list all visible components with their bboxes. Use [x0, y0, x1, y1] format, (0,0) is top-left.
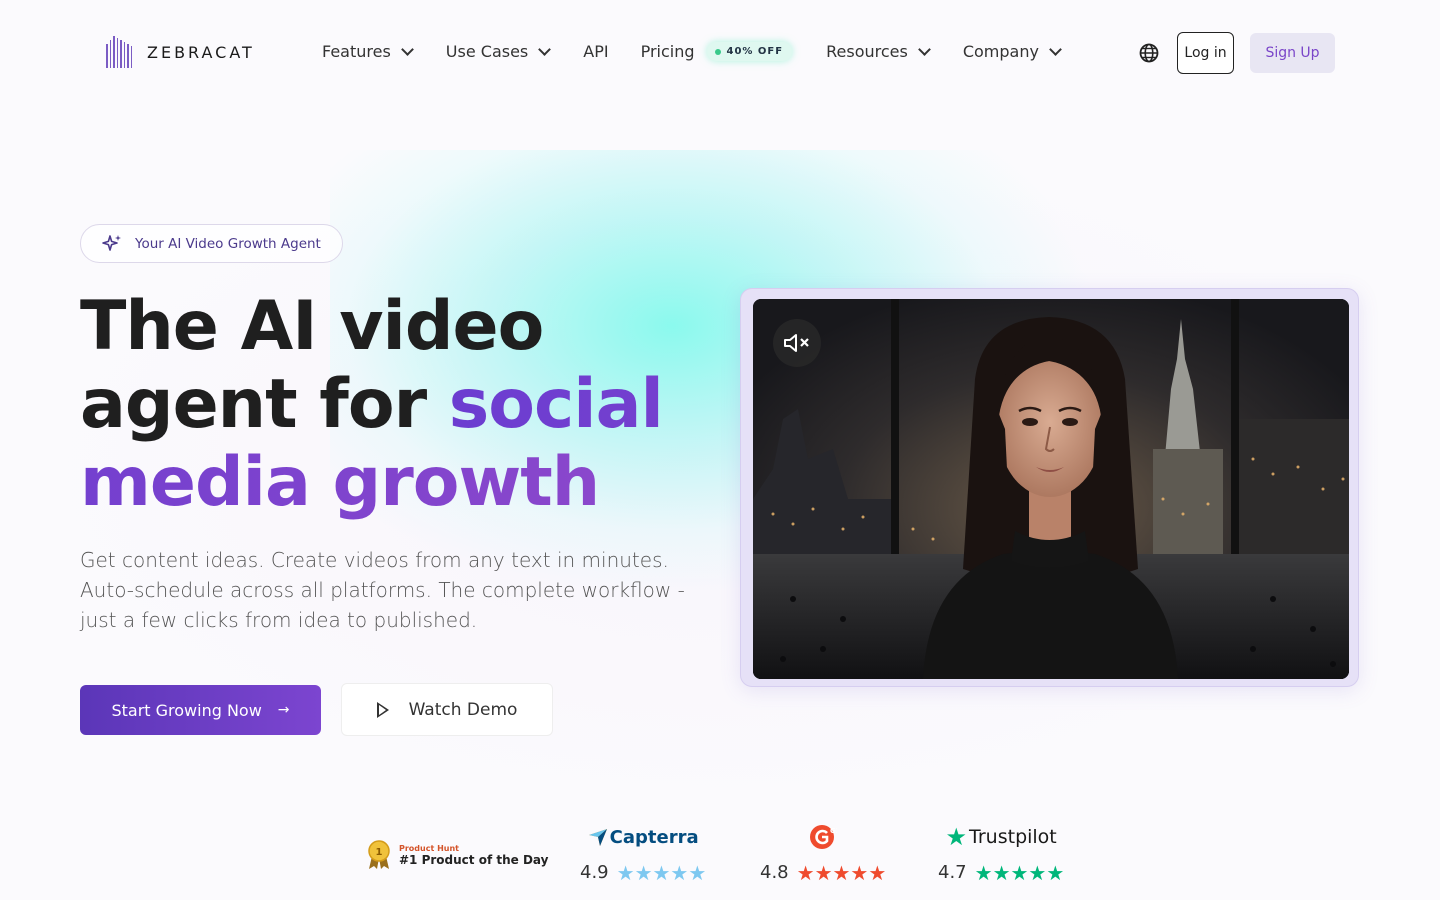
arrow-right-icon: →: [277, 702, 290, 718]
rating-g2[interactable]: G2 4.8 ★★★★★: [760, 824, 886, 883]
g2-logo: G2: [809, 824, 837, 850]
nav-item-label: Use Cases: [445, 42, 529, 61]
medal-number: 1: [376, 847, 383, 858]
rating-trustpilot[interactable]: ★ Trustpilot 4.7 ★★★★★: [938, 823, 1065, 885]
tagline-pill: Your AI Video Growth Agent: [80, 224, 343, 263]
brand-name: ZEBRACAT: [147, 42, 255, 62]
medal-icon: 1: [368, 840, 390, 869]
hero-headline: The AI video agent for social media grow…: [80, 288, 720, 522]
start-growing-label: Start Growing Now: [111, 700, 262, 720]
nav-item-company[interactable]: Company: [962, 42, 1062, 61]
nav-item-label: Pricing: [640, 42, 695, 61]
play-icon: [376, 701, 389, 718]
capterra-logo: Capterra: [588, 824, 699, 850]
product-hunt-title: #1 Product of the Day: [399, 852, 549, 867]
muted-speaker-icon: [784, 334, 809, 352]
nav-item-use-cases[interactable]: Use Cases: [445, 42, 552, 61]
discount-badge-label: 40% OFF: [726, 46, 784, 57]
chevron-down-icon: [917, 43, 931, 56]
nav-item-label: Resources: [826, 42, 908, 61]
trustpilot-logo: ★ Trustpilot: [945, 823, 1057, 851]
chevron-down-icon: [538, 43, 552, 56]
rating-capterra[interactable]: Capterra 4.9 ★★★★★: [580, 824, 707, 885]
trustpilot-brand-name: Trustpilot: [969, 826, 1057, 848]
nav-item-label: API: [583, 42, 609, 61]
brand-logo[interactable]: ZEBRACAT: [106, 36, 255, 68]
nav-menu: Features Use Cases API Pricing 40% OFF R…: [322, 42, 1062, 61]
mute-toggle-button[interactable]: [773, 319, 821, 367]
nav-item-api[interactable]: API: [583, 42, 608, 61]
zebracat-logo-icon: [106, 36, 132, 68]
hero-video[interactable]: [753, 299, 1349, 679]
rating-score: 4.9: [580, 862, 609, 883]
watch-demo-button[interactable]: Watch Demo: [341, 683, 553, 736]
nav-item-pricing[interactable]: Pricing 40% OFF: [641, 42, 793, 61]
chevron-down-icon: [1049, 43, 1062, 56]
hero-subtitle: Get content ideas. Create videos from an…: [80, 548, 685, 632]
capterra-brand-name: Capterra: [609, 826, 699, 848]
nav-item-label: Company: [962, 42, 1039, 61]
g2-logo-icon: G2: [810, 825, 837, 849]
watch-demo-label: Watch Demo: [408, 699, 518, 720]
globe-icon[interactable]: [1139, 43, 1159, 63]
discount-badge: 40% OFF: [706, 42, 793, 61]
video-still-image: [753, 299, 1349, 679]
rating-score: 4.7: [938, 862, 967, 883]
nav-item-resources[interactable]: Resources: [826, 42, 931, 61]
product-hunt-kicker: Product Hunt: [399, 843, 459, 853]
capterra-arrow-icon: [588, 829, 607, 846]
signup-button[interactable]: Sign Up: [1250, 33, 1335, 73]
login-button[interactable]: Log in: [1177, 32, 1234, 74]
g2-brand-name: G2: [830, 827, 837, 835]
nav-item-label: Features: [322, 42, 391, 61]
star-rating-icons: ★★★★★: [616, 860, 707, 885]
tagline-text: Your AI Video Growth Agent: [135, 235, 321, 252]
rating-score: 4.8: [760, 862, 789, 883]
trustpilot-star-icon: ★: [945, 823, 968, 851]
nav-item-features[interactable]: Features: [322, 42, 414, 61]
start-growing-button[interactable]: Start Growing Now →: [80, 685, 321, 735]
chevron-down-icon: [400, 43, 414, 56]
top-navigation: ZEBRACAT Features Use Cases API Pricing …: [0, 0, 1440, 106]
sparkle-icon: [102, 234, 121, 251]
star-rating-icons: ★★★★★: [974, 860, 1065, 885]
product-hunt-award[interactable]: 1 Product Hunt #1 Product of the Day: [367, 840, 548, 870]
video-frame: [740, 288, 1359, 687]
star-rating-icons: ★★★★★: [796, 860, 887, 885]
status-dot-icon: [714, 48, 721, 55]
